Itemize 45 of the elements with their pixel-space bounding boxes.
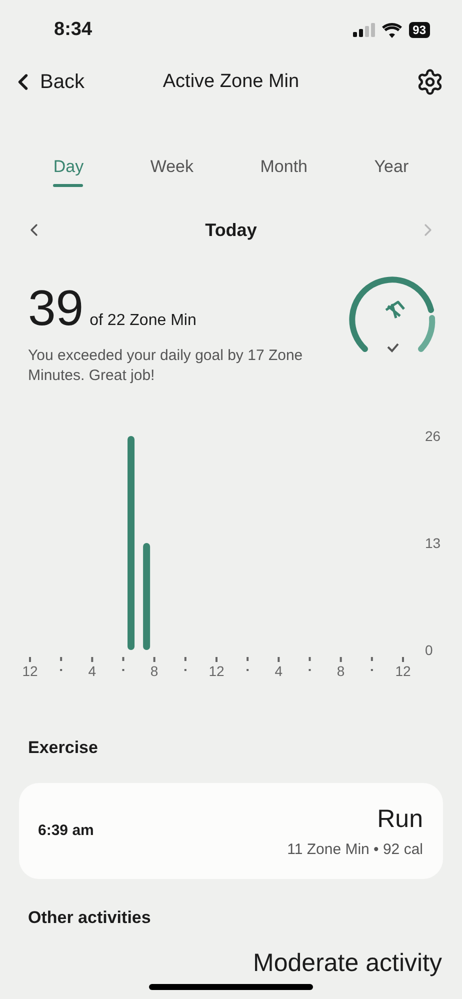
battery-indicator: 93: [408, 22, 430, 38]
date-label: Today: [205, 218, 257, 242]
tick-dots: [122, 657, 124, 671]
tick-mark: [402, 657, 404, 662]
x-tick-label: 4: [88, 663, 96, 679]
tick-mark: [278, 657, 280, 662]
x-tick-label: 4: [274, 663, 283, 679]
page-title: Active Zone Min: [162, 70, 300, 94]
x-tick-label: 8: [150, 663, 158, 679]
activity-name: Moderate activity: [253, 948, 442, 979]
section-heading: Exercise: [28, 738, 98, 757]
back-button[interactable]: Back: [10, 67, 120, 97]
y-tick-label: 0: [425, 642, 433, 658]
goal-message: You exceeded your daily goal by 17 Zone Minutes. Great job!: [28, 346, 303, 386]
tick-dots: [184, 657, 186, 671]
settings-icon[interactable]: [416, 68, 444, 96]
y-tick-label: 26: [425, 428, 441, 444]
exercise-card[interactable]: 6:39 am Run 11 Zone Min • 92 cal: [19, 783, 443, 879]
exercise-name: Run: [377, 804, 423, 835]
x-tick-label: 12: [395, 663, 411, 679]
period-tab[interactable]: Week: [150, 144, 194, 190]
tick-dots: [246, 657, 249, 671]
status-time: 8:34: [54, 18, 92, 42]
goal-text: of 22 Zone Min: [90, 311, 196, 331]
tick-mark: [29, 657, 31, 662]
period-tab[interactable]: Month: [260, 144, 308, 190]
period-tab[interactable]: Day: [53, 144, 84, 190]
signal-icon: [352, 23, 375, 37]
section-heading: Other activities: [28, 908, 151, 927]
y-tick-label: 13: [425, 535, 441, 551]
exercise-time: 6:39 am: [38, 820, 94, 841]
period-tab[interactable]: Year: [374, 144, 409, 190]
tick-mark: [153, 657, 156, 662]
x-tick-label: 12: [22, 663, 38, 679]
tick-dots: [370, 657, 373, 671]
x-tick-label: 12: [208, 663, 224, 679]
wifi-icon: [382, 22, 402, 38]
tick-mark: [91, 657, 94, 662]
tick-mark: [216, 657, 218, 662]
tick-dots: [308, 657, 311, 671]
zone-minutes-value: 39: [28, 282, 84, 334]
x-tick-label: 8: [336, 663, 345, 679]
tick-mark: [340, 657, 342, 662]
exercise-detail: 11 Zone Min • 92 cal: [287, 840, 423, 860]
tick-dots: [60, 657, 62, 671]
